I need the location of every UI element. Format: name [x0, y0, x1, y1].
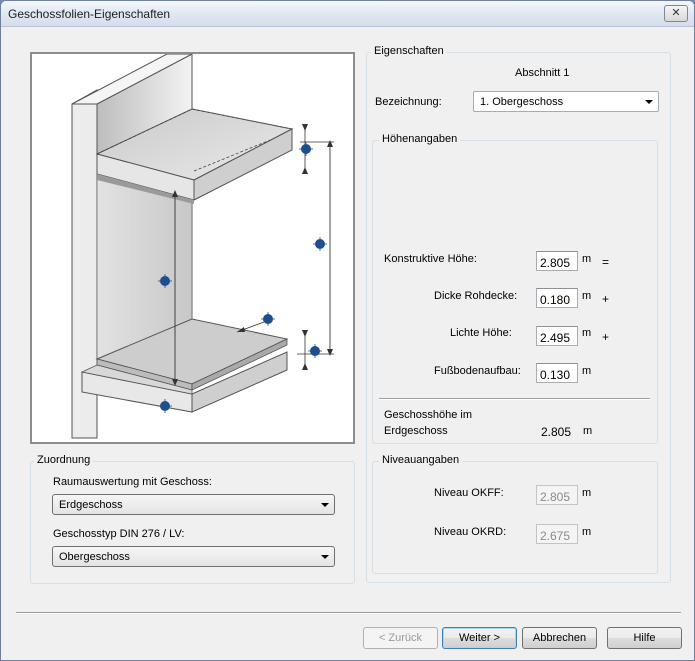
fussbodenaufbau-unit: m [582, 365, 592, 377]
footer-separator [16, 612, 681, 614]
hoehenangaben-group-label: Höhenangaben [379, 133, 461, 145]
chevron-down-icon [321, 555, 329, 559]
geschosshoehe-label-line2: Erdgeschoss [384, 425, 448, 437]
plus-operator-1: + [602, 292, 610, 306]
niveau-okff-label: Niveau OKFF: [434, 487, 504, 499]
geschosstyp-label: Geschosstyp DIN 276 / LV: [53, 528, 185, 540]
chevron-down-icon [645, 100, 653, 104]
plus-operator-2: + [602, 330, 610, 344]
niveau-okff-unit: m [582, 487, 592, 499]
niveauangaben-group [372, 461, 658, 574]
dicke-rohdecke-label: Dicke Rohdecke: [434, 290, 518, 302]
title-bar: Geschossfolien-Eigenschaften ✕ [1, 1, 694, 27]
fussbodenaufbau-field[interactable]: 0.130 [536, 363, 578, 383]
bezeichnung-label: Bezeichnung: [375, 96, 442, 108]
storey-arrow-bottom [327, 349, 333, 356]
screed-arrow-2 [302, 363, 308, 370]
close-button[interactable]: ✕ [664, 5, 688, 22]
lichte-hoehe-label: Lichte Höhe: [450, 327, 512, 339]
back-button[interactable]: < Zurück [363, 627, 438, 649]
cancel-button[interactable]: Abbrechen [522, 627, 597, 649]
geschosshoehe-unit: m [583, 425, 593, 437]
raumauswertung-label: Raumauswertung mit Geschoss: [53, 476, 212, 488]
niveau-okrd-unit: m [582, 526, 592, 538]
niveauangaben-group-label: Niveauangaben [379, 454, 463, 466]
bezeichnung-value: 1. Obergeschoss [480, 96, 564, 108]
konstruktive-hoehe-field[interactable]: 2.805 [536, 251, 578, 271]
screed-arrow-1 [302, 330, 308, 337]
niveau-okff-field: 2.805 [536, 485, 578, 505]
close-icon: ✕ [671, 7, 681, 19]
next-button[interactable]: Weiter > [442, 627, 517, 649]
zuordnung-group-label: Zuordnung [34, 454, 94, 466]
geschosshoehe-label-line1: Geschosshöhe im [384, 409, 473, 421]
geschosshoehe-value: 2.805 [541, 425, 572, 439]
window-title: Geschossfolien-Eigenschaften [8, 7, 171, 21]
raumauswertung-dropdown[interactable]: Erdgeschoss [52, 494, 335, 515]
lichte-hoehe-field[interactable]: 2.495 [536, 326, 578, 346]
hoehen-separator [379, 398, 650, 400]
dicke-rohdecke-unit: m [582, 290, 592, 302]
bezeichnung-dropdown[interactable]: 1. Obergeschoss [473, 91, 659, 112]
dialog-window: Geschossfolien-Eigenschaften ✕ Eigenscha… [0, 0, 695, 661]
storey-section-drawing [71, 53, 334, 439]
fussbodenaufbau-label: Fußbodenaufbau: [434, 365, 521, 377]
eigenschaften-group-label: Eigenschaften [371, 45, 447, 57]
dicke-rohdecke-field[interactable]: 0.180 [536, 288, 578, 308]
storey-arrow-top [327, 140, 333, 147]
geschosstyp-dropdown[interactable]: Obergeschoss [52, 546, 335, 567]
help-button[interactable]: Hilfe [607, 627, 682, 649]
slab-arrow-1 [302, 124, 308, 131]
konstruktive-hoehe-label: Konstruktive Höhe: [384, 253, 477, 265]
slab-arrow-2 [302, 167, 308, 174]
section-title: Abschnitt 1 [515, 67, 570, 79]
geschosstyp-value: Obergeschoss [59, 551, 130, 563]
konstruktive-hoehe-unit: m [582, 253, 592, 265]
raumauswertung-value: Erdgeschoss [59, 499, 123, 511]
lichte-hoehe-unit: m [582, 327, 592, 339]
floor-section-illustration [30, 52, 355, 444]
equals-operator: = [602, 255, 610, 269]
niveau-okrd-label: Niveau OKRD: [434, 526, 507, 538]
chevron-down-icon [321, 503, 329, 507]
niveau-okrd-field: 2.675 [536, 524, 578, 544]
